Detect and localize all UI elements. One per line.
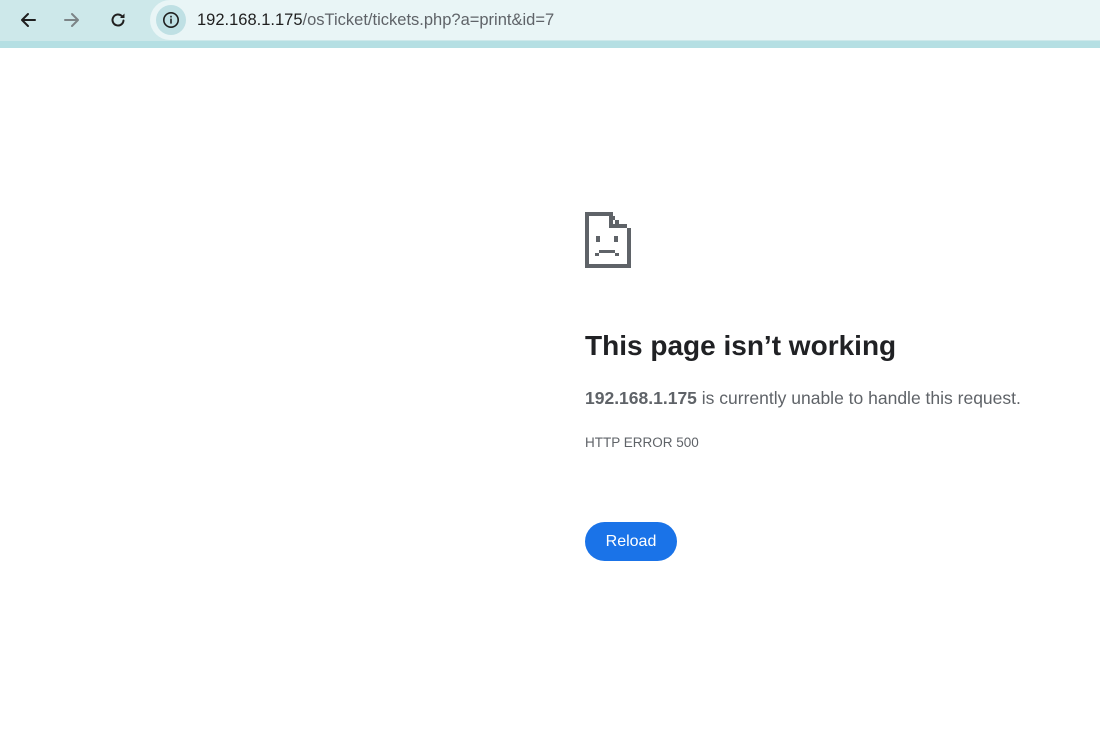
site-info-button[interactable] bbox=[156, 5, 186, 35]
forward-arrow-icon bbox=[64, 13, 79, 27]
error-message: 192.168.1.175 is currently unable to han… bbox=[585, 387, 1021, 409]
reload-button[interactable]: Reload bbox=[585, 522, 677, 561]
reload-toolbar-button[interactable] bbox=[102, 4, 134, 36]
error-code: HTTP ERROR 500 bbox=[585, 435, 699, 450]
sad-page-icon bbox=[585, 212, 631, 268]
back-arrow-icon bbox=[21, 13, 36, 27]
error-host: 192.168.1.175 bbox=[585, 388, 697, 408]
forward-button[interactable] bbox=[56, 4, 88, 36]
page-title: This page isn’t working bbox=[585, 330, 897, 361]
address-bar[interactable]: 192.168.1.175/osTicket/tickets.php?a=pri… bbox=[150, 0, 1100, 40]
browser-toolbar: 192.168.1.175/osTicket/tickets.php?a=pri… bbox=[0, 0, 1100, 48]
reload-icon bbox=[111, 13, 125, 27]
back-button[interactable] bbox=[12, 4, 44, 36]
url-path: /osTicket/tickets.php?a=print&id=7 bbox=[302, 11, 555, 29]
info-icon bbox=[163, 12, 179, 28]
url-host: 192.168.1.175 bbox=[197, 11, 303, 29]
url-text[interactable]: 192.168.1.175/osTicket/tickets.php?a=pri… bbox=[197, 10, 554, 30]
error-message-text: is currently unable to handle this reque… bbox=[696, 388, 1021, 408]
